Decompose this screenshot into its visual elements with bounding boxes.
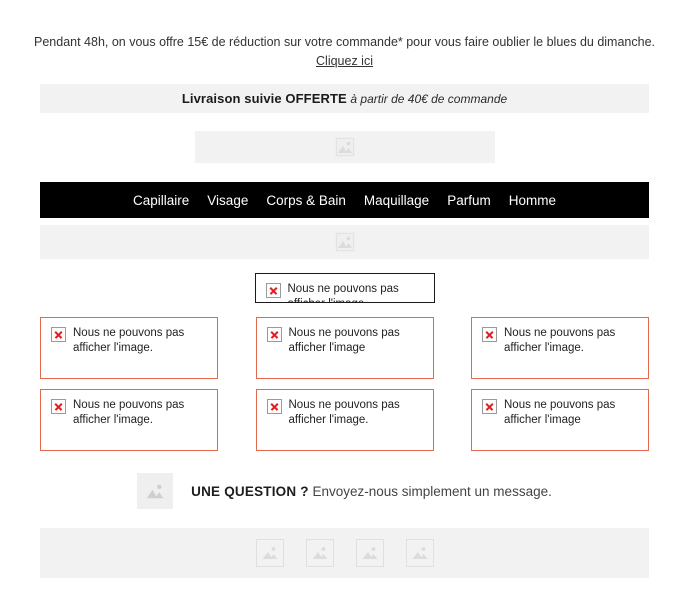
promo-banner: Pendant 48h, on vous offre 15€ de réduct… <box>0 0 689 70</box>
broken-image-label: Nous ne pouvons pas afficher l'image <box>504 399 616 426</box>
shipping-italic-text: à partir de 40€ de commande <box>350 92 508 106</box>
nav-item-visage[interactable]: Visage <box>198 193 257 208</box>
broken-image-icon <box>266 399 282 414</box>
broken-image-label: Nous ne pouvons pas afficher l'image. <box>73 327 185 354</box>
broken-image-icon <box>51 399 66 414</box>
shipping-bold-text: Livraison suivie OFFERTE <box>181 91 347 106</box>
social-icon-2[interactable] <box>305 539 334 567</box>
main-navigation[interactable]: Capillaire Visage Corps & Bain Maquillag… <box>40 182 649 218</box>
email-page: Pendant 48h, on vous offre 15€ de réduct… <box>0 0 689 578</box>
shipping-banner: Livraison suivie OFFERTE à partir de 40€… <box>40 84 649 113</box>
grid-cell[interactable]: Nous ne pouvons pas afficher l'image. <box>255 389 434 451</box>
broken-image-icon <box>482 327 497 342</box>
broken-image-label: Nous ne pouvons pas afficher l'image <box>288 327 400 354</box>
question-bold-text: UNE QUESTION ? <box>191 483 309 499</box>
logo-placeholder-strip <box>194 131 495 163</box>
social-icon-1[interactable] <box>255 539 284 567</box>
social-icon-3[interactable] <box>355 539 384 567</box>
broken-image-label: Nous ne pouvons pas afficher l'image. <box>73 399 185 426</box>
image-placeholder-icon <box>334 232 355 252</box>
question-section: UNE QUESTION ? Envoyez-nous simplement u… <box>40 473 649 509</box>
hero-broken-image[interactable]: Nous ne pouvons pas afficher l'image. <box>254 273 435 303</box>
footer-social-band <box>40 528 649 578</box>
nav-item-homme[interactable]: Homme <box>500 193 565 208</box>
nav-item-parfum[interactable]: Parfum <box>438 193 500 208</box>
grid-cell[interactable]: Nous ne pouvons pas afficher l'image. <box>40 317 218 379</box>
broken-image-label: Nous ne pouvons pas afficher l'image. <box>288 399 400 426</box>
broken-image-icon <box>266 327 282 342</box>
promo-headline: Pendant 48h, on vous offre 15€ de réduct… <box>34 35 655 49</box>
broken-image-icon <box>265 283 281 298</box>
question-rest-text: Envoyez-nous simplement un message. <box>308 483 552 499</box>
promo-cta-link[interactable]: Cliquez ici <box>316 53 373 70</box>
question-text: UNE QUESTION ? Envoyez-nous simplement u… <box>191 484 552 499</box>
nav-item-maquillage[interactable]: Maquillage <box>355 193 438 208</box>
broken-image-icon <box>51 327 66 342</box>
grid-cell[interactable]: Nous ne pouvons pas afficher l'image. <box>471 317 649 379</box>
social-icon-4[interactable] <box>405 539 434 567</box>
nav-item-corps-bain[interactable]: Corps & Bain <box>257 193 355 208</box>
grid-cell[interactable]: Nous ne pouvons pas afficher l'image <box>471 389 649 451</box>
nav-item-capillaire[interactable]: Capillaire <box>124 193 198 208</box>
sub-nav-placeholder-strip <box>40 225 649 259</box>
product-grid: Nous ne pouvons pas afficher l'image. No… <box>40 317 649 451</box>
broken-image-label: Nous ne pouvons pas afficher l'image. <box>504 327 616 354</box>
broken-image-label: Nous ne pouvons pas afficher l'image. <box>287 283 399 302</box>
broken-image-icon <box>482 399 497 414</box>
grid-cell[interactable]: Nous ne pouvons pas afficher l'image <box>255 317 434 379</box>
hero-broken-image-wrap: Nous ne pouvons pas afficher l'image. <box>254 273 435 303</box>
image-placeholder-icon <box>334 137 355 157</box>
grid-cell[interactable]: Nous ne pouvons pas afficher l'image. <box>40 389 218 451</box>
image-placeholder-icon <box>137 473 174 509</box>
